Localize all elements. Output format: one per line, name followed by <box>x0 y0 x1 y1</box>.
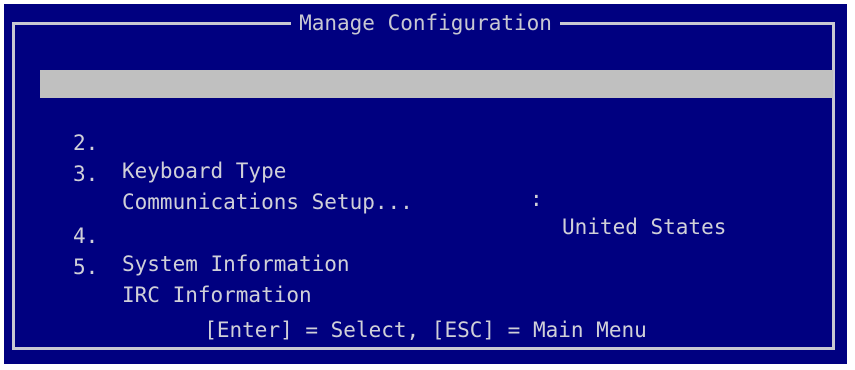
menu-item-irc-information[interactable]: 5. IRC Information <box>40 225 833 307</box>
menu-item-number: 5. <box>73 255 99 279</box>
console-screen: Manage Configuration 1. Remote Console F… <box>4 4 847 364</box>
menu-item-label: Keyboard Type <box>122 159 287 183</box>
menu-item-keyboard-type[interactable]: 2. Keyboard Type : United States <box>40 101 833 239</box>
menu-item-communications-setup[interactable]: 3. Communications Setup... <box>40 132 833 214</box>
menu-item-label: System Information <box>122 252 350 276</box>
key-hint-footer: [Enter] = Select, [ESC] = Main Menu <box>204 318 647 342</box>
menu-item-system-information[interactable]: 4. System Information <box>40 194 833 276</box>
menu-item-label: IRC Information <box>122 283 312 307</box>
menu-item-number: 3. <box>73 162 99 186</box>
menu-item-remote-console-functions[interactable]: 1. Remote Console Functions : Enabled <box>40 70 833 208</box>
dialog-title: Manage Configuration <box>291 8 560 38</box>
